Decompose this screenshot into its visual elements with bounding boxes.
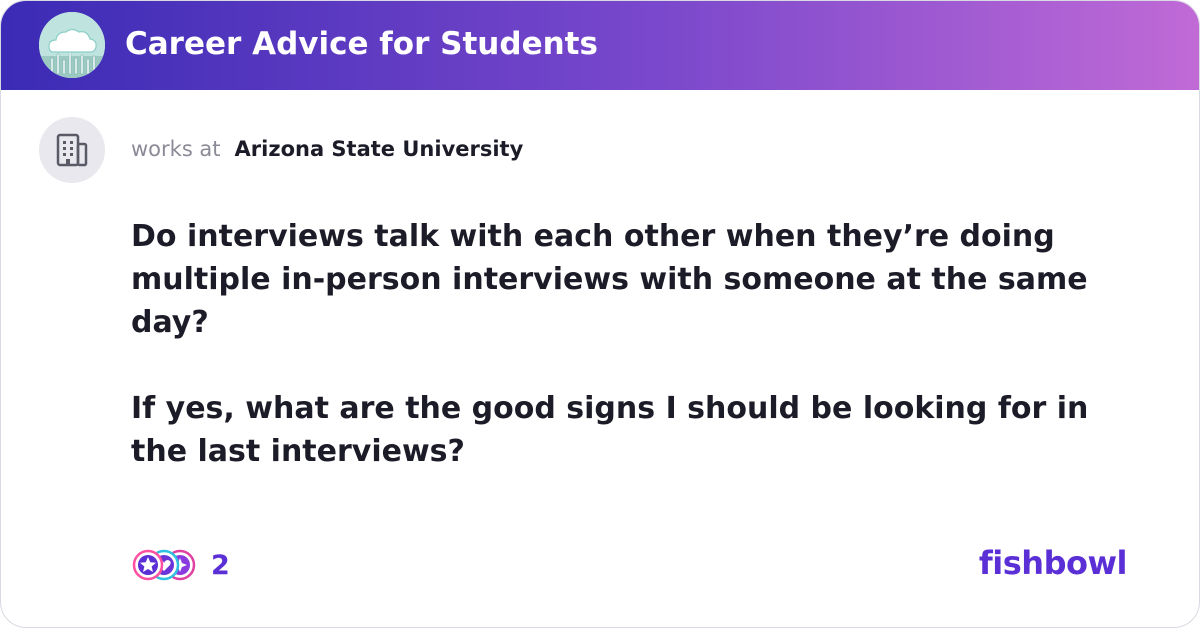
- fishbowl-logo[interactable]: fishbowl: [979, 544, 1128, 582]
- company-avatar: [39, 117, 105, 183]
- bowl-header: Career Advice for Students: [1, 1, 1199, 90]
- works-at-label: works at: [131, 137, 221, 161]
- post-body: Do interviews talk with each other when …: [131, 215, 1131, 473]
- bowl-title[interactable]: Career Advice for Students: [125, 23, 598, 65]
- star-reaction-icon: [132, 549, 164, 581]
- post-followup: If yes, what are the good signs I should…: [131, 391, 1089, 469]
- reaction-icons: [131, 548, 197, 582]
- reaction-count: 2: [211, 549, 230, 581]
- post-question: Do interviews talk with each other when …: [131, 219, 1088, 340]
- bowl-avatar[interactable]: [39, 12, 105, 78]
- author-line: works at Arizona State University: [131, 137, 523, 165]
- reactions[interactable]: 2: [131, 547, 230, 583]
- post-card: Career Advice for Students works at Ariz…: [0, 0, 1200, 628]
- company-name[interactable]: Arizona State University: [235, 137, 524, 161]
- cloud-icon: [39, 12, 105, 78]
- building-icon: [56, 133, 88, 167]
